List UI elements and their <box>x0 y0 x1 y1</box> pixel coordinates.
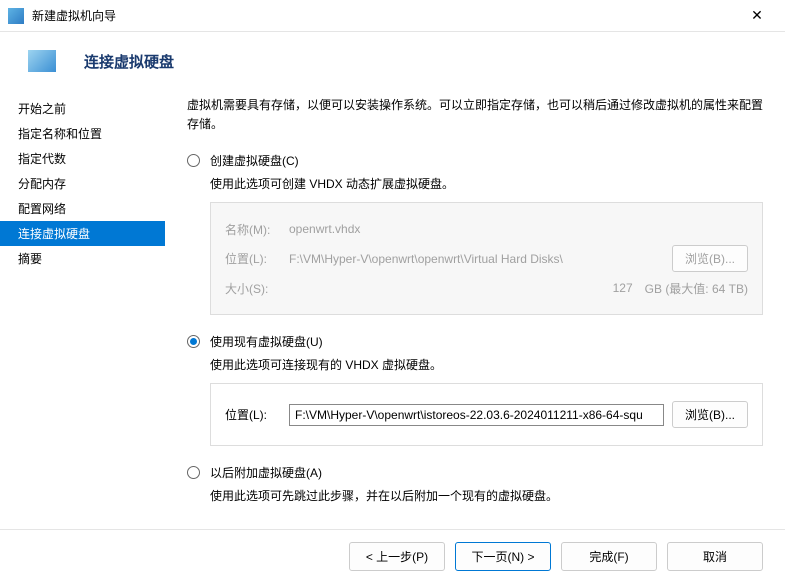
option-use-label: 使用现有虚拟硬盘(U) <box>210 333 323 350</box>
window-title: 新建虚拟机向导 <box>32 7 737 24</box>
use-browse-button[interactable]: 浏览(B)... <box>672 401 748 428</box>
wizard-steps: 开始之前 指定名称和位置 指定代数 分配内存 配置网络 连接虚拟硬盘 摘要 <box>0 90 165 529</box>
create-name-value: openwrt.vhdx <box>289 220 748 238</box>
option-create-desc: 使用此选项可创建 VHDX 动态扩展虚拟硬盘。 <box>210 175 763 192</box>
create-size-unit: GB (最大值: 64 TB) <box>645 280 748 297</box>
finish-button[interactable]: 完成(F) <box>561 542 657 571</box>
create-size-value: 127 <box>289 279 633 297</box>
use-location-label: 位置(L): <box>225 406 281 423</box>
previous-button[interactable]: < 上一步(P) <box>349 542 445 571</box>
app-icon <box>8 8 24 24</box>
option-create-label: 创建虚拟硬盘(C) <box>210 152 299 169</box>
step-memory[interactable]: 分配内存 <box>0 171 165 196</box>
create-location-value: F:\VM\Hyper-V\openwrt\openwrt\Virtual Ha… <box>289 250 664 268</box>
create-location-label: 位置(L): <box>225 250 281 267</box>
create-name-label: 名称(M): <box>225 221 281 238</box>
option-later-desc: 使用此选项可先跳过此步骤，并在以后附加一个现有的虚拟硬盘。 <box>210 487 763 504</box>
create-browse-button: 浏览(B)... <box>672 245 748 272</box>
body: 开始之前 指定名称和位置 指定代数 分配内存 配置网络 连接虚拟硬盘 摘要 虚拟… <box>0 90 785 529</box>
header-icon <box>28 50 56 72</box>
use-location-input[interactable] <box>289 404 664 426</box>
step-name-location[interactable]: 指定名称和位置 <box>0 121 165 146</box>
next-button[interactable]: 下一页(N) > <box>455 542 551 571</box>
option-use-desc: 使用此选项可连接现有的 VHDX 虚拟硬盘。 <box>210 356 763 373</box>
cancel-button[interactable]: 取消 <box>667 542 763 571</box>
create-fields: 名称(M): openwrt.vhdx 位置(L): F:\VM\Hyper-V… <box>210 202 763 315</box>
footer: < 上一步(P) 下一页(N) > 完成(F) 取消 <box>0 529 785 583</box>
titlebar: 新建虚拟机向导 ✕ <box>0 0 785 32</box>
close-icon[interactable]: ✕ <box>737 7 777 24</box>
option-attach-later[interactable]: 以后附加虚拟硬盘(A) <box>187 464 763 481</box>
step-summary[interactable]: 摘要 <box>0 246 165 271</box>
use-fields: 位置(L): 浏览(B)... <box>210 383 763 446</box>
step-generation[interactable]: 指定代数 <box>0 146 165 171</box>
option-create-disk[interactable]: 创建虚拟硬盘(C) <box>187 152 763 169</box>
content: 虚拟机需要具有存储，以便可以安装操作系统。可以立即指定存储，也可以稍后通过修改虚… <box>165 90 785 529</box>
intro-text: 虚拟机需要具有存储，以便可以安装操作系统。可以立即指定存储，也可以稍后通过修改虚… <box>187 96 763 134</box>
page-header: 连接虚拟硬盘 <box>0 32 785 90</box>
step-network[interactable]: 配置网络 <box>0 196 165 221</box>
step-before-begin[interactable]: 开始之前 <box>0 96 165 121</box>
radio-use-existing[interactable] <box>187 335 200 348</box>
option-later-label: 以后附加虚拟硬盘(A) <box>210 464 322 481</box>
radio-later[interactable] <box>187 466 200 479</box>
step-virtual-disk[interactable]: 连接虚拟硬盘 <box>0 221 165 246</box>
page-title: 连接虚拟硬盘 <box>84 51 174 72</box>
option-use-existing[interactable]: 使用现有虚拟硬盘(U) <box>187 333 763 350</box>
create-size-label: 大小(S): <box>225 280 281 297</box>
radio-create[interactable] <box>187 154 200 167</box>
